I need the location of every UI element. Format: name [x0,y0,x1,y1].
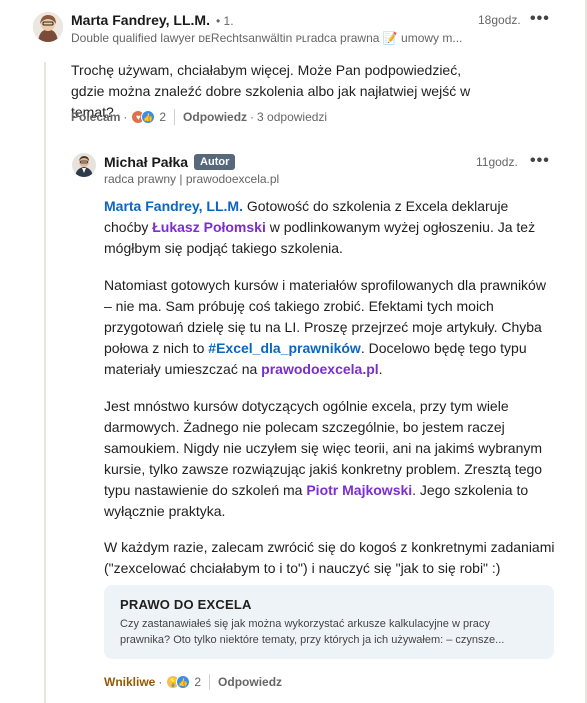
reply-paragraph-4: W każdym razie, zalecam zwrócić się do k… [104,539,555,576]
comment-actions: Wnikliwe · 💡 👍 2 Odpowiedz [104,674,282,690]
avatar[interactable] [72,153,96,177]
comment-actions: Polecam · ♥ 👍 2 Odpowiedz · 3 odpowiedzi [71,109,327,125]
like-button[interactable]: Polecam [71,110,120,124]
text-span: . [378,361,383,377]
reaction-icons[interactable]: 💡 👍 [166,675,191,689]
reply-paragraph-2: Natomiast gotowych kursów i materiałów s… [104,275,554,380]
reply-button[interactable]: Odpowiedz [183,110,247,124]
reply-paragraph-1: Marta Fandrey, LL.M. Gotowość do szkolen… [104,196,554,259]
timestamp: 18godz. [478,13,521,27]
author-name[interactable]: Michał Pałka [104,154,188,170]
timestamp: 11godz. [476,155,518,169]
avatar-photo-icon [72,153,96,177]
mention-link[interactable]: Łukasz Połomski [152,219,266,235]
connection-degree: • 1. [215,14,234,28]
separator-dot: · [123,110,128,124]
avatar-photo-icon [33,12,63,42]
author-headline: Double qualified lawyer ᴅᴇRechtsanwältin… [71,31,463,45]
avatar[interactable] [33,12,63,42]
card-title: PRAWO DO EXCELA [120,597,252,612]
reaction-icons[interactable]: ♥ 👍 [131,110,156,124]
separator-dot: · [158,675,163,689]
replies-count[interactable]: 3 odpowiedzi [257,110,327,124]
divider [174,109,176,125]
thread-line [44,62,46,703]
separator-dot: · [250,110,255,124]
more-options-icon[interactable]: ••• [530,10,550,28]
insightful-button[interactable]: Wnikliwe [104,675,155,689]
card-description: Czy zastanawiałeś się jak można wykorzys… [120,618,505,646]
reply-button[interactable]: Odpowiedz [218,675,282,689]
mention-link[interactable]: Piotr Majkowski [306,482,412,498]
link-preview-card[interactable]: PRAWO DO EXCELA Czy zastanawiałeś się ja… [104,585,554,659]
more-options-icon[interactable]: ••• [530,152,550,170]
author-headline: radca prawny | prawodoexcela.pl [104,172,280,186]
divider [209,674,211,690]
reaction-count[interactable]: 2 [159,110,166,124]
website-link[interactable]: prawodoexcela.pl [261,361,378,377]
reply-paragraph-3: Jest mnóstwo kursów dotyczących ogólnie … [104,396,556,522]
like-reaction-icon: 👍 [141,110,156,124]
reaction-count[interactable]: 2 [194,675,201,689]
author-name[interactable]: Marta Fandrey, LL.M. [71,12,210,28]
comment-header: Marta Fandrey, LL.M. • 1. [71,12,234,28]
author-badge: Autor [194,154,236,170]
like-reaction-icon: 👍 [176,675,191,689]
comment-header: Michał Pałka Autor [104,154,236,170]
hashtag-link[interactable]: #Excel_dla_prawników [208,340,361,356]
mention-link[interactable]: Marta Fandrey, LL.M. [104,198,243,214]
